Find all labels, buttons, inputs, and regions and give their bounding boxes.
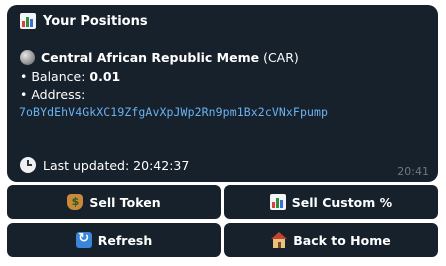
sell-custom-label: Sell Custom %: [291, 194, 393, 210]
sell-token-label: Sell Token: [89, 194, 161, 210]
sell-token-button[interactable]: Sell Token: [7, 185, 221, 219]
money-bag-icon: [67, 194, 84, 210]
token-name: Central African Republic Meme: [41, 50, 260, 65]
bar-chart-icon: [269, 194, 286, 210]
updated-label: Last updated: 20:42:37: [43, 157, 190, 173]
updated-row: Last updated: 20:42:37: [20, 157, 189, 173]
balance-label: • Balance:: [20, 69, 90, 84]
address-value[interactable]: 7oBYdEhV4GkXC19ZfgAvXpJWp2Rn9pm1Bx2cVNxF…: [19, 105, 328, 119]
clock-icon: [20, 157, 36, 173]
address-label: • Address:: [20, 87, 86, 102]
coin-icon: [20, 50, 35, 65]
house-icon: [271, 232, 288, 248]
message-time: 20:41: [397, 165, 429, 178]
title-row: Your Positions: [20, 13, 148, 29]
message-title: Your Positions: [43, 13, 148, 29]
sell-custom-button[interactable]: Sell Custom %: [224, 185, 438, 219]
message-bubble: Your Positions Central African Republic …: [7, 5, 438, 182]
bar-chart-icon: [20, 13, 36, 29]
balance-line: • Balance: 0.01: [20, 69, 120, 84]
token-symbol: (CAR): [263, 50, 299, 65]
token-row: Central African Republic Meme (CAR): [20, 50, 299, 65]
balance-value: 0.01: [89, 69, 121, 84]
back-home-label: Back to Home: [293, 232, 391, 248]
refresh-icon: [75, 231, 92, 248]
refresh-label: Refresh: [97, 232, 153, 248]
refresh-button[interactable]: Refresh: [7, 223, 221, 257]
back-home-button[interactable]: Back to Home: [224, 223, 438, 257]
